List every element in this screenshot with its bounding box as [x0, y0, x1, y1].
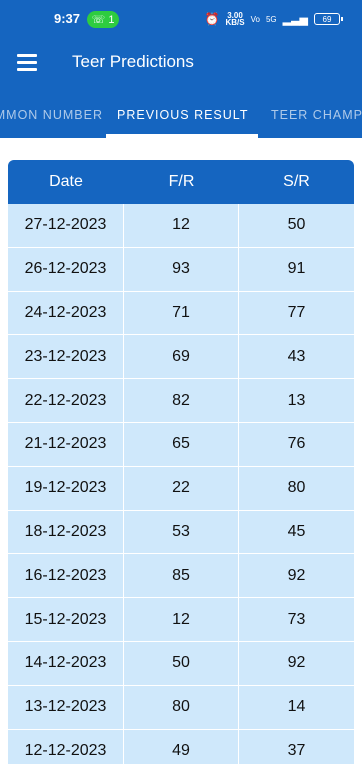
tab-common-number[interactable]: COMMON NUMBER: [0, 108, 103, 122]
active-tab-indicator: [106, 134, 258, 138]
cell-fr: 50: [124, 641, 239, 685]
cell-fr: 69: [124, 335, 239, 379]
cell-sr: 80: [287, 479, 306, 497]
app-bar: Teer Predictions: [0, 38, 362, 88]
volte-icon: Vo: [250, 14, 260, 24]
table-row: 12-12-2023 49 37: [8, 729, 354, 764]
cell-date: 22-12-2023: [8, 379, 124, 422]
status-icons: ⏰ 3.00 KB/S Vo 5G ▂▃▅ 69: [204, 11, 343, 27]
speed-unit: KB/S: [225, 18, 245, 27]
table-body[interactable]: 27-12-2023 12 50 26-12-2023 93 91 24-12-2023 71…: [8, 204, 354, 764]
cell-fr: 93: [124, 247, 239, 291]
table-row: 22-12-2023 82 13: [8, 379, 354, 423]
cell-fr: 82: [124, 379, 239, 422]
cell-sr: 13: [287, 391, 306, 409]
table-row: 16-12-2023 85 92: [8, 554, 354, 599]
status-time: 9:37: [54, 11, 81, 26]
table-row: 27-12-2023 12 50: [8, 204, 354, 248]
status-bar: 9:37 ☏ 1 ⏰ 3.00 KB/S Vo 5G ▂▃▅ 69: [0, 0, 362, 38]
cell-date: 23-12-2023: [8, 335, 124, 379]
tab-bar: COMMON NUMBER PREVIOUS RESULT TEER CHAMP…: [0, 88, 362, 138]
phone-icon: ☏: [91, 14, 106, 26]
cell-sr: 91: [287, 260, 306, 278]
cell-sr: 92: [287, 654, 306, 672]
menu-icon[interactable]: [17, 54, 37, 71]
table-row: 13-12-2023 80 14: [8, 685, 354, 730]
header-sr: S/R: [283, 173, 310, 190]
cell-sr: 14: [287, 698, 306, 716]
cell-sr: 92: [287, 566, 306, 584]
battery-level: 69: [322, 14, 332, 24]
call-count: 1: [108, 13, 115, 26]
cell-date: 12-12-2023: [8, 729, 124, 764]
tab-previous-result[interactable]: PREVIOUS RESULT: [117, 108, 248, 122]
cell-sr: 37: [287, 741, 306, 759]
table-row: 18-12-2023 53 45: [8, 510, 354, 555]
ongoing-call-indicator[interactable]: ☏ 1: [87, 11, 119, 28]
header-date: Date: [49, 173, 83, 190]
battery-icon: 69: [314, 13, 343, 25]
cell-date: 15-12-2023: [8, 598, 124, 641]
cell-date: 16-12-2023: [8, 554, 124, 598]
cell-sr: 43: [287, 347, 306, 365]
signal-icon: ▂▃▅: [282, 13, 308, 26]
table-row: 23-12-2023 69 43: [8, 335, 354, 380]
table-row: 26-12-2023 93 91: [8, 247, 354, 292]
header-fr: F/R: [168, 173, 195, 190]
cell-sr: 73: [287, 610, 306, 628]
table-row: 19-12-2023 22 80: [8, 466, 354, 511]
cell-fr: 49: [124, 729, 239, 764]
network-speed: 3.00 KB/S: [225, 12, 245, 27]
cell-date: 13-12-2023: [8, 685, 124, 729]
results-table: Date F/R S/R 27-12-2023 12 50 26-12-2023 93 9…: [8, 160, 354, 764]
alarm-icon: ⏰: [204, 12, 220, 26]
cell-sr: 45: [287, 522, 306, 540]
cell-date: 27-12-2023: [8, 204, 124, 247]
cell-date: 18-12-2023: [8, 510, 124, 554]
cell-fr: 65: [124, 422, 239, 466]
table-row: 14-12-2023 50 92: [8, 641, 354, 686]
cell-date: 21-12-2023: [8, 422, 124, 466]
cell-fr: 71: [124, 291, 239, 335]
cell-sr: 76: [287, 435, 306, 453]
table-row: 24-12-2023 71 77: [8, 291, 354, 336]
cell-fr: 12: [124, 204, 239, 247]
cell-fr: 85: [124, 554, 239, 598]
cell-date: 24-12-2023: [8, 291, 124, 335]
table-header: Date F/R S/R: [8, 160, 354, 204]
cell-sr: 77: [287, 303, 306, 321]
network-type: 5G: [265, 14, 277, 24]
cell-date: 26-12-2023: [8, 247, 124, 291]
tab-teer-champion[interactable]: TEER CHAMPION: [271, 108, 362, 122]
cell-fr: 80: [124, 685, 239, 729]
table-row: 15-12-2023 12 73: [8, 598, 354, 642]
cell-date: 19-12-2023: [8, 466, 124, 510]
app-title: Teer Predictions: [72, 52, 194, 71]
cell-fr: 12: [124, 598, 239, 641]
cell-sr: 50: [287, 216, 306, 234]
cell-fr: 53: [124, 510, 239, 554]
cell-fr: 22: [124, 466, 239, 510]
cell-date: 14-12-2023: [8, 641, 124, 685]
table-row: 21-12-2023 65 76: [8, 422, 354, 467]
